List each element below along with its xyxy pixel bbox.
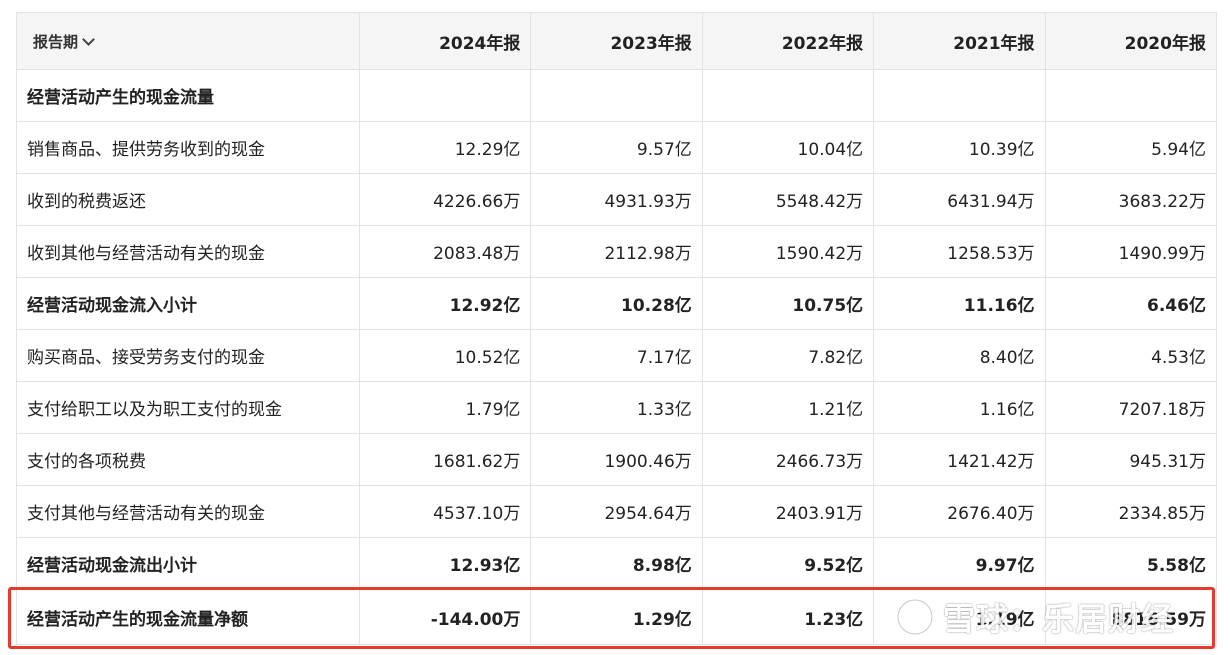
value-cell	[1044, 69, 1217, 122]
value-cell: 3683.22万	[1044, 173, 1217, 226]
value-cell: 1.79亿	[358, 381, 532, 434]
table-row: 销售商品、提供劳务收到的现金 12.29亿 9.57亿 10.04亿 10.39亿 5.9…	[16, 121, 1217, 174]
column-header-year: 2024年报	[358, 12, 532, 70]
value-cell: 1.33亿	[530, 381, 703, 434]
value-cell: 1681.62万	[358, 433, 532, 486]
value-cell: 1.29亿	[530, 589, 703, 645]
value-cell: 1258.53万	[873, 225, 1046, 278]
row-label: 支付给职工以及为职工支付的现金	[16, 381, 360, 434]
value-cell: 7.17亿	[530, 329, 703, 382]
value-cell: 1.21亿	[701, 381, 875, 434]
value-cell: 4931.93万	[530, 173, 703, 226]
value-cell: 2466.73万	[701, 433, 875, 486]
value-cell: 2676.40万	[873, 485, 1046, 538]
value-cell	[701, 69, 875, 122]
value-cell: 12.92亿	[358, 277, 532, 330]
table-row: 经营活动产生的现金流量净额 -144.00万 1.29亿 1.23亿 1.19亿 8816…	[16, 589, 1217, 645]
value-cell: 1421.42万	[873, 433, 1046, 486]
value-cell: 2954.64万	[530, 485, 703, 538]
value-cell: 4537.10万	[358, 485, 532, 538]
value-cell: 1.16亿	[873, 381, 1046, 434]
row-label: 经营活动产生的现金流量	[16, 69, 360, 122]
value-cell: 12.93亿	[358, 537, 532, 590]
table-row: 经营活动现金流入小计 12.92亿 10.28亿 10.75亿 11.16亿 6.46亿	[16, 277, 1217, 330]
value-cell	[873, 69, 1046, 122]
value-cell: 5548.42万	[701, 173, 875, 226]
cash-flow-table: 报告期 2024年报 2023年报 2022年报 2021年报 2020年报 经…	[16, 12, 1217, 645]
value-cell: 10.39亿	[873, 121, 1046, 174]
value-cell: -144.00万	[358, 589, 532, 645]
row-label: 经营活动现金流出小计	[16, 537, 360, 590]
chevron-down-icon	[82, 32, 95, 46]
table-row: 购买商品、接受劳务支付的现金 10.52亿 7.17亿 7.82亿 8.40亿 4.53亿	[16, 329, 1217, 382]
value-cell: 7.82亿	[701, 329, 875, 382]
value-cell	[530, 69, 703, 122]
value-cell: 945.31万	[1044, 433, 1217, 486]
table-row: 支付给职工以及为职工支付的现金 1.79亿 1.33亿 1.21亿 1.16亿 7207.…	[16, 381, 1217, 434]
row-label: 购买商品、接受劳务支付的现金	[16, 329, 360, 382]
row-label: 销售商品、提供劳务收到的现金	[16, 121, 360, 174]
table-row: 经营活动现金流出小计 12.93亿 8.98亿 9.52亿 9.97亿 5.58亿	[16, 537, 1217, 590]
cash-flow-table-container: 报告期 2024年报 2023年报 2022年报 2021年报 2020年报 经…	[16, 12, 1217, 645]
value-cell: 8.98亿	[530, 537, 703, 590]
table-row: 收到其他与经营活动有关的现金 2083.48万 2112.98万 1590.42万 12…	[16, 225, 1217, 278]
value-cell: 4.53亿	[1044, 329, 1217, 382]
column-header-year: 2023年报	[530, 12, 703, 70]
value-cell: 5.94亿	[1044, 121, 1217, 174]
column-header-year: 2021年报	[873, 12, 1046, 70]
row-label: 经营活动产生的现金流量净额	[16, 589, 360, 645]
value-cell: 10.28亿	[530, 277, 703, 330]
row-label: 收到其他与经营活动有关的现金	[16, 225, 360, 278]
value-cell: 12.29亿	[358, 121, 532, 174]
value-cell: 1.19亿	[873, 589, 1046, 645]
value-cell: 5.58亿	[1044, 537, 1217, 590]
row-label: 经营活动现金流入小计	[16, 277, 360, 330]
value-cell: 2334.85万	[1044, 485, 1217, 538]
value-cell: 6431.94万	[873, 173, 1046, 226]
table-row: 支付其他与经营活动有关的现金 4537.10万 2954.64万 2403.91万 26…	[16, 485, 1217, 538]
value-cell: 1490.99万	[1044, 225, 1217, 278]
report-period-dropdown[interactable]: 报告期	[16, 12, 360, 70]
value-cell: 9.97亿	[873, 537, 1046, 590]
table-body: 经营活动产生的现金流量 销售商品、提供劳务收到的现金 12.29亿 9.57亿 10.0…	[16, 69, 1217, 645]
row-label: 收到的税费返还	[16, 173, 360, 226]
table-header-row: 报告期 2024年报 2023年报 2022年报 2021年报 2020年报	[16, 12, 1217, 70]
value-cell: 6.46亿	[1044, 277, 1217, 330]
table-row: 支付的各项税费 1681.62万 1900.46万 2466.73万 1421.42万 9…	[16, 433, 1217, 486]
value-cell: 7207.18万	[1044, 381, 1217, 434]
column-header-year: 2022年报	[701, 12, 875, 70]
value-cell: 9.52亿	[701, 537, 875, 590]
report-period-label: 报告期	[33, 32, 79, 51]
value-cell: 9.57亿	[530, 121, 703, 174]
value-cell: 10.52亿	[358, 329, 532, 382]
row-label: 支付的各项税费	[16, 433, 360, 486]
value-cell: 10.75亿	[701, 277, 875, 330]
column-header-year: 2020年报	[1044, 12, 1217, 70]
value-cell: 2403.91万	[701, 485, 875, 538]
value-cell: 1.23亿	[701, 589, 875, 645]
value-cell: 10.04亿	[701, 121, 875, 174]
value-cell: 1900.46万	[530, 433, 703, 486]
value-cell: 8816.59万	[1044, 589, 1217, 645]
row-label: 支付其他与经营活动有关的现金	[16, 485, 360, 538]
value-cell: 1590.42万	[701, 225, 875, 278]
table-row: 收到的税费返还 4226.66万 4931.93万 5548.42万 6431.94万 3…	[16, 173, 1217, 226]
value-cell: 2112.98万	[530, 225, 703, 278]
value-cell	[358, 69, 532, 122]
value-cell: 8.40亿	[873, 329, 1046, 382]
table-row: 经营活动产生的现金流量	[16, 69, 1217, 122]
value-cell: 4226.66万	[358, 173, 532, 226]
value-cell: 2083.48万	[358, 225, 532, 278]
value-cell: 11.16亿	[873, 277, 1046, 330]
